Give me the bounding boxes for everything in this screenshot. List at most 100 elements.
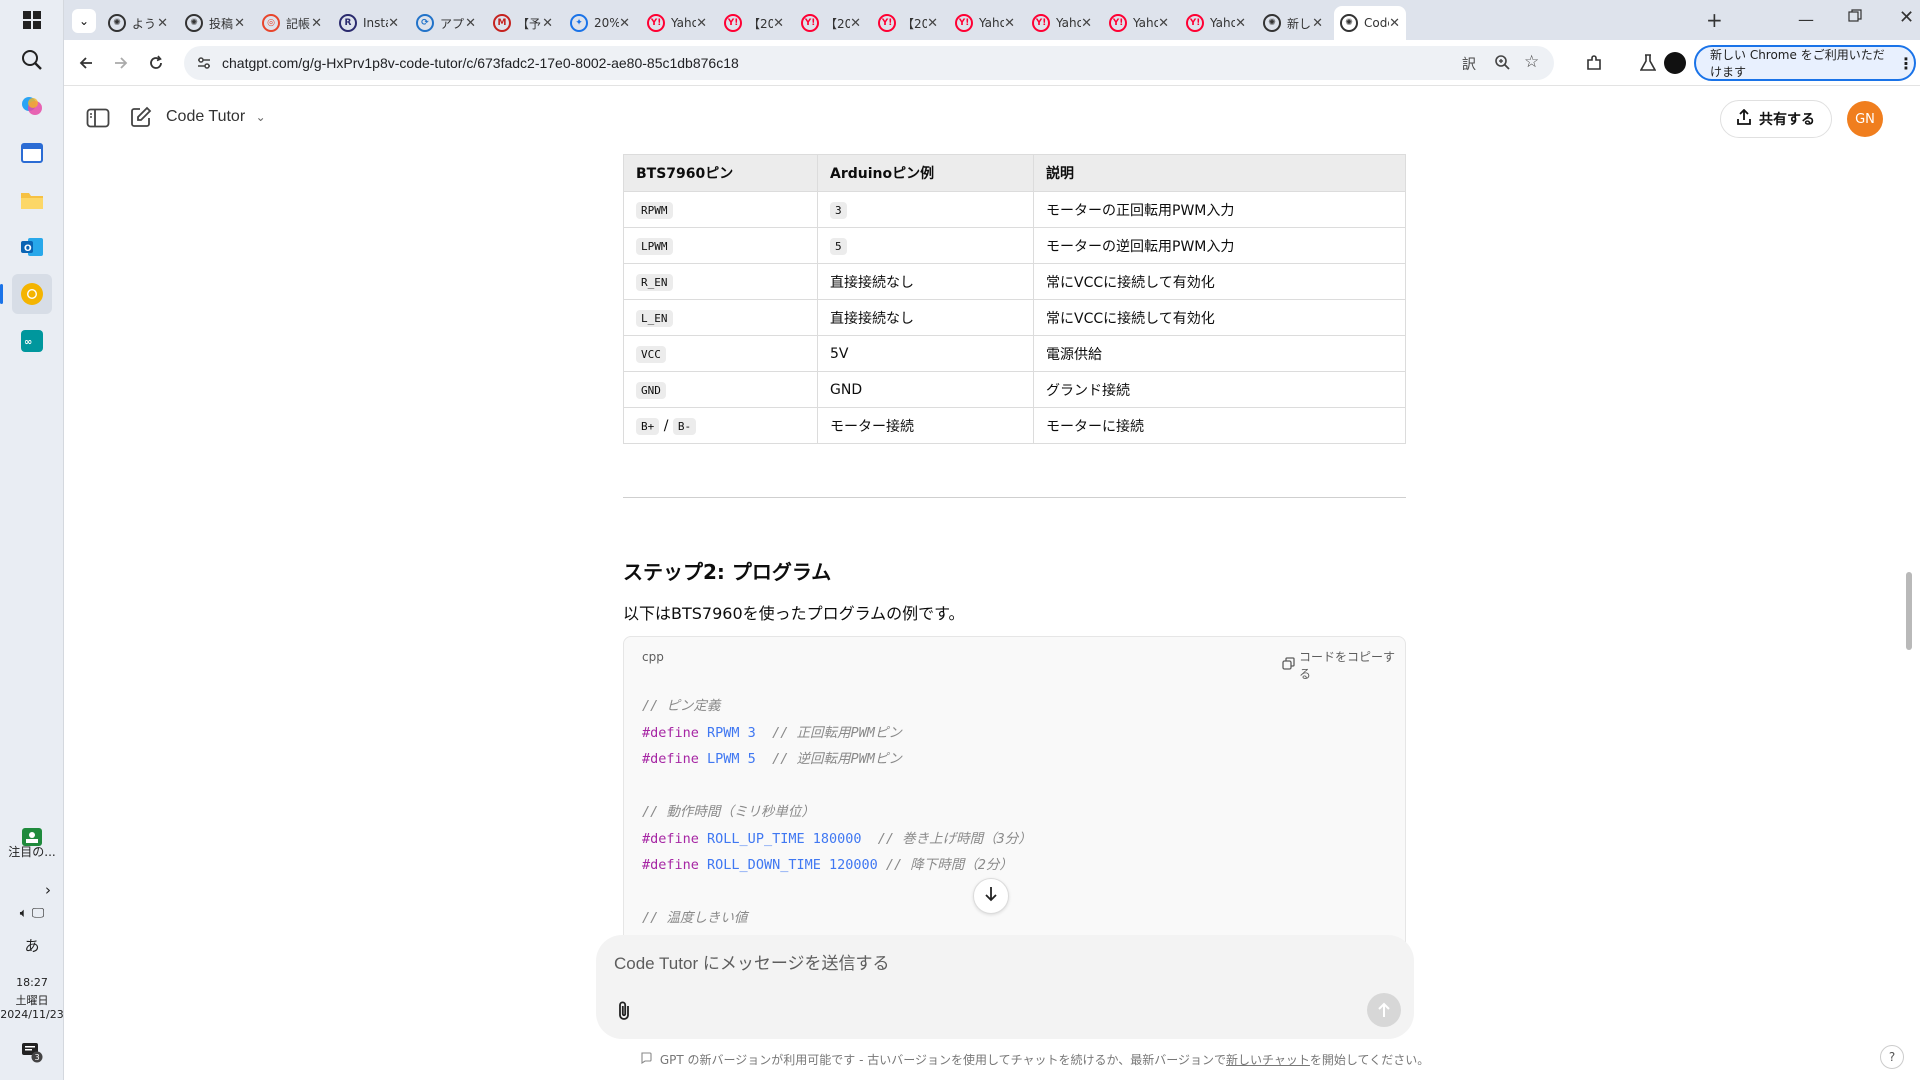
tab-title[interactable]: 20%: [594, 16, 619, 30]
share-label[interactable]: 共有する: [1759, 109, 1815, 129]
tab-close-icon[interactable]: ✕: [542, 16, 553, 31]
extensions-icon[interactable]: [1582, 51, 1606, 75]
url-text[interactable]: chatgpt.com/g/g-HxPrv1p8v-code-tutor/c/6…: [222, 55, 739, 71]
labs-flask-icon[interactable]: [1636, 51, 1660, 75]
browser-tab[interactable]: Y! Yaho ✕: [949, 6, 1021, 40]
tab-close-icon[interactable]: ✕: [157, 16, 168, 31]
help-button[interactable]: ?: [1880, 1045, 1904, 1069]
browser-tab[interactable]: ✺ Code✕: [1334, 6, 1406, 40]
zoom-icon[interactable]: [1494, 54, 1510, 74]
tab-title[interactable]: 新しい: [1287, 15, 1312, 32]
tab-close-icon[interactable]: ✕: [1004, 16, 1015, 31]
tab-close-icon[interactable]: ✕: [1081, 16, 1092, 31]
tab-close-icon[interactable]: ✕: [1312, 16, 1323, 31]
notification-icon[interactable]: 3: [12, 1032, 52, 1072]
tab-title[interactable]: Code: [1364, 16, 1389, 30]
browser-tab[interactable]: Y! Yaho ✕: [641, 6, 713, 40]
tab-title[interactable]: 【予: [517, 15, 542, 32]
user-avatar[interactable]: GN: [1847, 101, 1883, 137]
translate-icon[interactable]: 訳: [1462, 54, 1476, 74]
gpt-name-label[interactable]: Code Tutor: [166, 108, 245, 125]
tab-close-icon[interactable]: ✕: [1235, 16, 1246, 31]
tab-close-icon[interactable]: ✕: [388, 16, 399, 31]
arduino-icon[interactable]: ∞: [12, 321, 52, 361]
tab-title[interactable]: Yaho: [671, 16, 696, 30]
send-button[interactable]: [1367, 993, 1401, 1027]
new-tab-button[interactable]: +: [1706, 8, 1723, 32]
more-menu-icon[interactable]: ⋮: [1898, 54, 1914, 73]
tab-title[interactable]: Insta: [363, 16, 388, 30]
forward-icon[interactable]: [109, 51, 133, 75]
tab-title[interactable]: Yaho: [1210, 16, 1235, 30]
file-explorer-icon[interactable]: [12, 180, 52, 220]
tab-title[interactable]: Yaho: [1133, 16, 1158, 30]
windows-start-icon[interactable]: [12, 0, 52, 40]
copy-code-button[interactable]: コードをコピーする: [1282, 648, 1405, 682]
chrome-update-promo[interactable]: 新しい Chrome をご利用いただけます ⋮: [1694, 45, 1916, 81]
tab-close-icon[interactable]: ✕: [850, 16, 861, 31]
tab-title[interactable]: 記帳: [286, 15, 311, 32]
copilot-icon[interactable]: [12, 86, 52, 126]
ime-indicator[interactable]: あ: [0, 935, 64, 956]
browser-tab[interactable]: ✺ ようこ✕: [102, 6, 174, 40]
tab-close-icon[interactable]: ✕: [773, 16, 784, 31]
outlook-icon[interactable]: O: [12, 227, 52, 267]
tab-close-icon[interactable]: ✕: [619, 16, 630, 31]
window-app-icon[interactable]: [12, 133, 52, 173]
browser-tab[interactable]: ✦ 20% ✕: [564, 6, 636, 40]
chrome-icon[interactable]: [0, 274, 52, 314]
tab-close-icon[interactable]: ✕: [465, 16, 476, 31]
browser-tab[interactable]: Y! 【20 ✕: [718, 6, 790, 40]
site-info-icon[interactable]: [196, 55, 212, 75]
attach-file-button[interactable]: [612, 999, 636, 1023]
tab-close-icon[interactable]: ✕: [927, 16, 938, 31]
tab-title[interactable]: 投稿: [209, 15, 234, 32]
copy-code-label[interactable]: コードをコピーする: [1299, 648, 1405, 682]
widget-label[interactable]: 注目の...: [0, 843, 64, 860]
browser-tab[interactable]: Y! Yaho ✕: [1103, 6, 1175, 40]
tab-title[interactable]: ようこ: [132, 15, 157, 32]
tab-title[interactable]: 【20: [825, 15, 850, 32]
bookmark-star-icon[interactable]: ☆: [1524, 52, 1539, 72]
show-hidden-icons-icon[interactable]: ›: [18, 881, 78, 899]
minimize-button[interactable]: —: [1798, 10, 1814, 29]
tab-close-icon[interactable]: ✕: [696, 16, 707, 31]
search-icon[interactable]: [12, 40, 52, 80]
browser-tab[interactable]: Y! Yaho ✕: [1026, 6, 1098, 40]
tab-close-icon[interactable]: ✕: [1158, 16, 1169, 31]
new-chat-icon[interactable]: [130, 106, 152, 132]
browser-tab[interactable]: ⟳ アプリ✕: [410, 6, 482, 40]
clock-time[interactable]: 18:27: [0, 976, 64, 989]
back-icon[interactable]: [74, 51, 98, 75]
new-chat-link[interactable]: 新しいチャット: [1226, 1053, 1310, 1067]
browser-tab[interactable]: R Insta✕: [333, 6, 405, 40]
speaker-network-icon[interactable]: 🔈︎ 🖵︎: [0, 906, 64, 921]
restore-button[interactable]: [1848, 9, 1862, 27]
message-input[interactable]: [614, 949, 1354, 979]
tab-title[interactable]: 【20: [748, 15, 773, 32]
profile-icon[interactable]: [1664, 52, 1686, 74]
browser-tab[interactable]: ✺ 投稿 ✕: [179, 6, 251, 40]
chrome-update-text[interactable]: 新しい Chrome をご利用いただけます: [1710, 46, 1888, 80]
tab-close-icon[interactable]: ✕: [234, 16, 245, 31]
scroll-to-bottom-button[interactable]: [973, 878, 1009, 914]
page-scrollbar-thumb[interactable]: [1906, 572, 1912, 650]
sidebar-toggle-icon[interactable]: [86, 108, 110, 132]
browser-tab[interactable]: M 【予 ✕: [487, 6, 559, 40]
browser-tab[interactable]: ✺ 新しい✕: [1257, 6, 1329, 40]
clock-date[interactable]: 2024/11/23: [0, 1008, 64, 1021]
address-bar[interactable]: chatgpt.com/g/g-HxPrv1p8v-code-tutor/c/6…: [184, 46, 1554, 80]
tab-title[interactable]: Yaho: [979, 16, 1004, 30]
tab-close-icon[interactable]: ✕: [311, 16, 322, 31]
tab-close-icon[interactable]: ✕: [1389, 16, 1400, 31]
browser-tab[interactable]: ◎ 記帳 ✕: [256, 6, 328, 40]
tab-title[interactable]: 【20: [902, 15, 927, 32]
gpt-selector[interactable]: Code Tutor ⌄: [166, 108, 266, 126]
tab-search-icon[interactable]: ⌄: [72, 9, 96, 33]
clock-weekday[interactable]: 土曜日: [0, 992, 64, 1008]
close-window-button[interactable]: ✕: [1899, 7, 1914, 28]
reload-icon[interactable]: [144, 51, 168, 75]
chevron-down-icon[interactable]: ⌄: [256, 110, 266, 124]
browser-tab[interactable]: Y! 【20 ✕: [795, 6, 867, 40]
tab-title[interactable]: Yaho: [1056, 16, 1081, 30]
